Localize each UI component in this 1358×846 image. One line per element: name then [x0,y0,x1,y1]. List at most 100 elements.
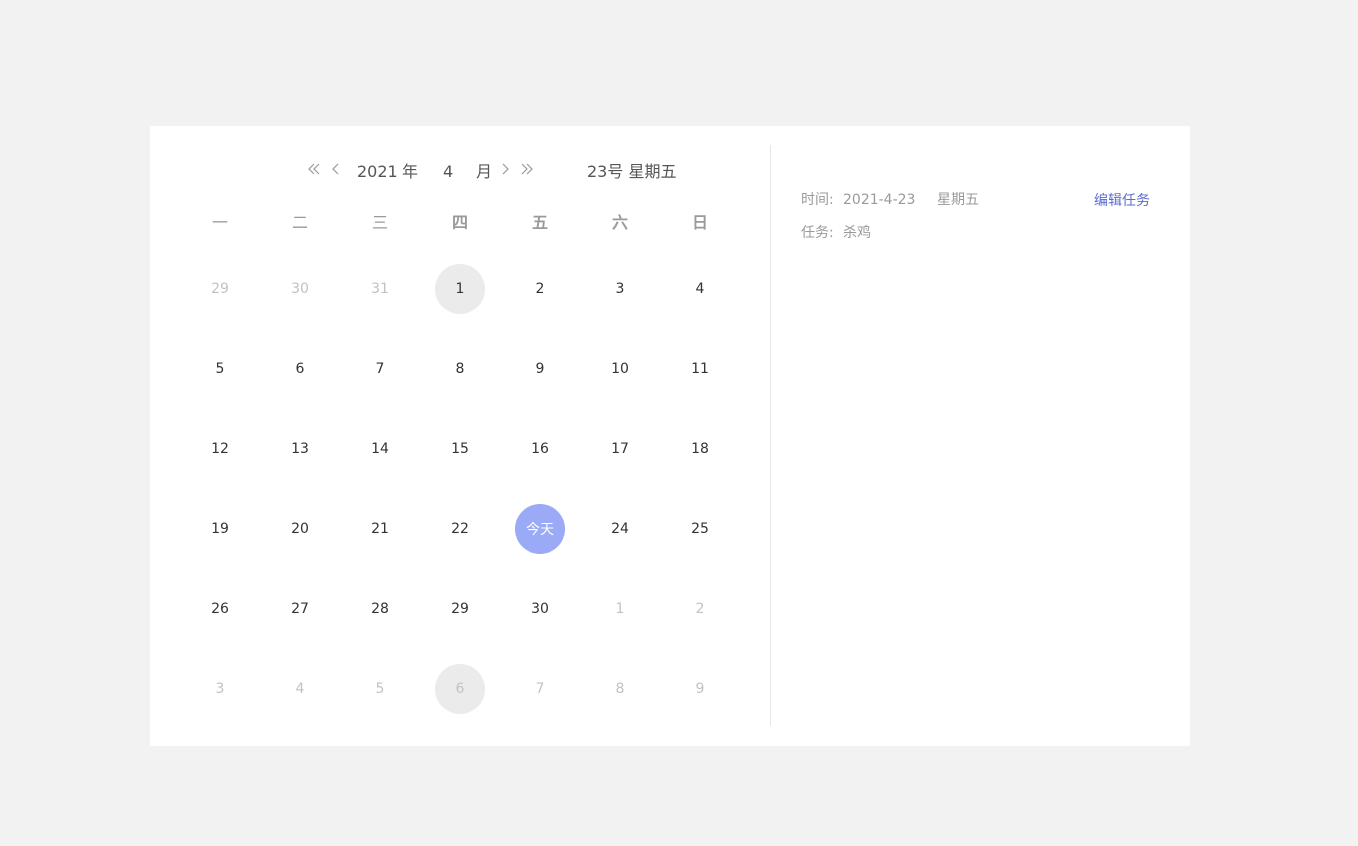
divider [770,145,771,726]
day-cell[interactable]: 19 [180,489,260,569]
weekday-sat: 六 [611,213,628,232]
day-number: 27 [291,601,309,617]
day-number: 2 [535,281,545,297]
day-cell-today[interactable]: 今天 [500,489,580,569]
day-number: 1 [615,601,625,617]
day-number: 11 [691,361,709,377]
day-cell[interactable]: 15 [420,409,500,489]
day-number: 29 [211,281,229,297]
day-cell[interactable]: 2 [660,569,740,649]
selected-day-label: 23号 星期五 [587,162,677,181]
day-cell[interactable]: 29 [180,249,260,329]
day-cell[interactable]: 9 [500,329,580,409]
day-cell[interactable]: 16 [500,409,580,489]
day-cell[interactable]: 5 [340,649,420,729]
day-cell[interactable]: 12 [180,409,260,489]
day-cell[interactable]: 30 [260,249,340,329]
day-number: 7 [535,681,545,697]
day-cell[interactable]: 1 [580,569,660,649]
day-cell[interactable]: 28 [340,569,420,649]
task-value: 杀鸡 [843,225,871,241]
day-number: 1 [435,264,485,314]
double-chevron-right-icon [521,163,533,175]
task-label: 任务: [801,225,834,241]
weekday-tue: 二 [291,213,308,232]
day-cell[interactable]: 7 [500,649,580,729]
day-number: 31 [371,281,389,297]
day-number: 9 [695,681,705,697]
day-number: 30 [291,281,309,297]
day-cell[interactable]: 18 [660,409,740,489]
weekday-sun: 日 [691,213,708,232]
calendar-card: 2021 年 4 月 23号 星期五 一 二 三 四 五 六 日 29 30 31 1… [150,126,1190,746]
day-cell[interactable]: 21 [340,489,420,569]
time-value: 2021-4-23 [843,192,916,208]
weekday-value: 星期五 [937,192,979,208]
day-cell[interactable]: 27 [260,569,340,649]
edit-task-link[interactable]: 编辑任务 [1094,191,1150,211]
day-number: 29 [451,601,469,617]
day-cell[interactable]: 9 [660,649,740,729]
day-cell[interactable]: 7 [340,329,420,409]
day-number: 26 [211,601,229,617]
next-year-button[interactable] [517,161,537,181]
day-cell[interactable]: 11 [660,329,740,409]
day-number: 10 [611,361,629,377]
month-value[interactable]: 4 [443,161,453,183]
day-number: 24 [611,521,629,537]
day-number: 25 [691,521,709,537]
day-number: 12 [211,441,229,457]
day-number: 5 [215,361,225,377]
day-number: 4 [695,281,705,297]
day-number: 8 [615,681,625,697]
month-suffix: 月 [476,162,493,181]
calendar: 2021 年 4 月 23号 星期五 一 二 三 四 五 六 日 29 30 31 1… [150,126,770,746]
day-cell[interactable]: 4 [260,649,340,729]
prev-year-button[interactable] [304,161,324,181]
day-cell[interactable]: 6 [260,329,340,409]
day-number: 6 [435,664,485,714]
task-panel: 时间: 2021-4-23 星期五 编辑任务 任务: 杀鸡 [801,126,1190,746]
day-cell[interactable]: 4 [660,249,740,329]
weekday-wed: 三 [371,213,388,232]
day-number: 5 [375,681,385,697]
day-cell[interactable]: 13 [260,409,340,489]
day-cell[interactable]: 22 [420,489,500,569]
day-number: 9 [535,361,545,377]
day-cell[interactable]: 3 [180,649,260,729]
day-cell[interactable]: 24 [580,489,660,569]
day-cell[interactable]: 31 [340,249,420,329]
day-cell[interactable]: 29 [420,569,500,649]
day-cell[interactable]: 6 [420,649,500,729]
day-cell[interactable]: 1 [420,249,500,329]
day-number: 30 [531,601,549,617]
day-cell[interactable]: 3 [580,249,660,329]
day-cell[interactable]: 5 [180,329,260,409]
weekday-thu: 四 [451,213,468,232]
day-number: 15 [451,441,469,457]
day-cell[interactable]: 20 [260,489,340,569]
year-suffix: 年 [402,162,419,181]
day-cell[interactable]: 26 [180,569,260,649]
calendar-header: 2021 年 4 月 23号 星期五 [150,159,770,185]
day-cell[interactable]: 10 [580,329,660,409]
day-cell[interactable]: 8 [420,329,500,409]
day-number: 17 [611,441,629,457]
double-chevron-left-icon [308,163,320,175]
day-number: 7 [375,361,385,377]
day-number: 20 [291,521,309,537]
day-cell[interactable]: 25 [660,489,740,569]
chevron-left-icon [332,163,339,175]
day-cell[interactable]: 2 [500,249,580,329]
day-number: 今天 [515,504,565,554]
day-cell[interactable]: 14 [340,409,420,489]
day-cell[interactable]: 30 [500,569,580,649]
day-number: 3 [615,281,625,297]
day-cell[interactable]: 8 [580,649,660,729]
day-number: 16 [531,441,549,457]
prev-month-button[interactable] [328,161,344,181]
day-cell[interactable]: 17 [580,409,660,489]
next-month-button[interactable] [497,161,513,181]
day-number: 28 [371,601,389,617]
year-value[interactable]: 2021 [357,161,398,183]
